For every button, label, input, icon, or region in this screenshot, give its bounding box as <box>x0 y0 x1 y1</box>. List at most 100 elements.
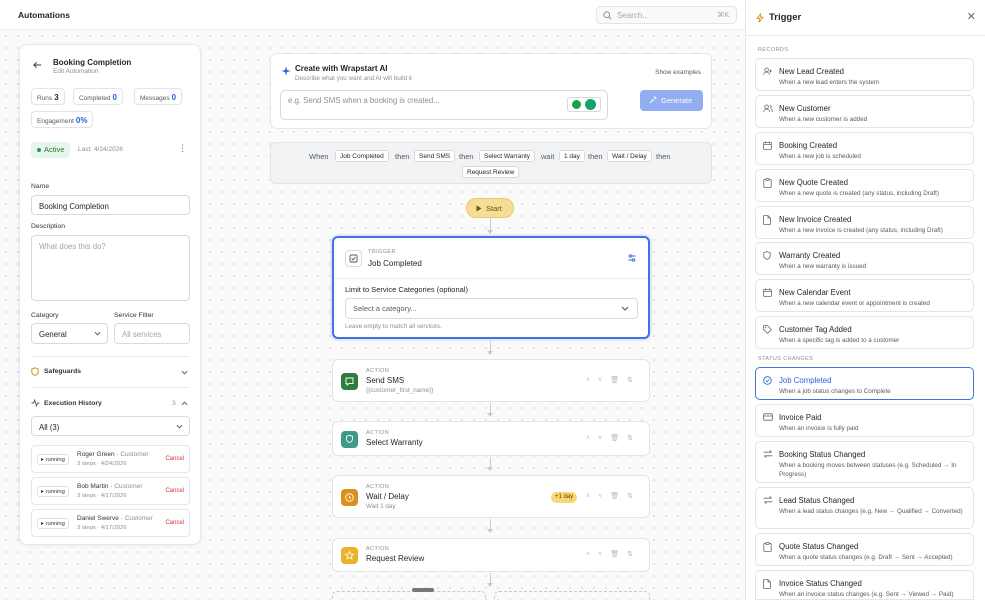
file-icon <box>763 215 771 225</box>
delay-badge: +1 day <box>551 492 578 503</box>
action-node-wait-delay[interactable]: ACTION Wait / Delay Wait 1 day +1 day ˄˅… <box>332 475 650 518</box>
chevron-down-icon[interactable] <box>181 370 188 375</box>
name-label: Name <box>31 183 50 190</box>
automation-settings-panel: Booking Completion Edit Automation Runs 3… <box>19 44 201 545</box>
divider <box>31 356 190 357</box>
status-group-label: STATUS CHANGES <box>758 356 814 362</box>
back-arrow-icon[interactable] <box>33 61 42 69</box>
execution-history-toggle[interactable]: Execution History <box>44 400 102 407</box>
star-icon <box>341 547 358 564</box>
add-branch-placeholder[interactable] <box>494 591 650 600</box>
summary-chip[interactable]: Request Review <box>462 166 520 178</box>
trigger-node[interactable]: TRIGGER Job Completed Limit to Service C… <box>332 236 650 339</box>
run-status-badge: ▸ running <box>37 454 69 465</box>
trigger-option-new-customer[interactable]: New Customer When a new customer is adde… <box>755 95 974 128</box>
search-icon <box>603 11 612 20</box>
trigger-option-calendar-event[interactable]: New Calendar Event When a new calendar e… <box>755 279 974 312</box>
generate-button[interactable]: Generate <box>640 90 703 111</box>
clipboard-icon <box>763 542 772 552</box>
activity-icon <box>31 399 40 407</box>
history-count: 3 <box>172 400 176 407</box>
action-controls[interactable]: ˄˅🗑⇅ <box>586 550 641 558</box>
swap-icon <box>763 496 773 504</box>
swap-icon <box>763 450 773 458</box>
action-controls[interactable]: ˄˅🗑⇅ <box>586 434 641 442</box>
action-controls[interactable]: ˄˅🗑⇅ <box>586 492 641 500</box>
trigger-option-new-lead[interactable]: New Lead Created When a new lead enters … <box>755 58 974 91</box>
trigger-option-lead-status[interactable]: Lead Status Changed When a lead status c… <box>755 487 974 529</box>
action-node-send-sms[interactable]: ACTION Send SMS {{customer_first_name}} … <box>332 359 650 402</box>
trigger-option-booking-status[interactable]: Booking Status Changed When a booking mo… <box>755 441 974 483</box>
start-node[interactable]: Start <box>466 198 514 218</box>
history-item[interactable]: ▸ running Roger Green · Customer 3 steps… <box>31 445 190 473</box>
action-controls[interactable]: ˄˅🗑⇅ <box>586 376 641 384</box>
connector-arrow-icon <box>487 467 493 471</box>
show-examples-button[interactable]: Show examples <box>655 69 701 76</box>
category-filter-select[interactable]: Select a category... <box>345 298 638 319</box>
chevron-up-icon[interactable] <box>181 401 188 406</box>
cancel-run-button[interactable]: Cancel <box>165 488 184 494</box>
connector-arrow-icon <box>487 583 493 587</box>
trigger-option-job-completed[interactable]: Job Completed When a job status changes … <box>755 367 974 400</box>
summary-chip[interactable]: Select Warranty <box>479 150 535 162</box>
stat-runs: Runs 3 <box>31 88 65 105</box>
safeguards-toggle[interactable]: Safeguards <box>44 368 81 375</box>
action-node-request-review[interactable]: ACTION Request Review ˄˅🗑⇅ <box>332 538 650 572</box>
description-input[interactable]: What does this do? <box>31 235 190 301</box>
stat-messages: Messages 0 <box>134 88 183 105</box>
history-filter-select[interactable]: All (3) <box>31 416 190 436</box>
trigger-option-warranty-created[interactable]: Warranty Created When a new warranty is … <box>755 242 974 275</box>
ai-subtitle: Describe what you want and AI will build… <box>295 75 412 82</box>
divider <box>31 387 190 388</box>
panel-title: Trigger <box>769 12 802 23</box>
shield-icon <box>31 367 39 376</box>
connector-line <box>490 457 491 467</box>
cancel-run-button[interactable]: Cancel <box>165 520 184 526</box>
stat-completed: Completed 0 <box>73 88 123 105</box>
run-status-badge: ▸ running <box>37 486 69 497</box>
calendar-icon <box>763 288 772 297</box>
search-input[interactable]: Search... <box>617 11 649 20</box>
trigger-option-quote-status[interactable]: Quote Status Changed When a quote status… <box>755 533 974 566</box>
canvas-scrollbar[interactable] <box>412 588 434 592</box>
status-dot-icon <box>37 148 41 153</box>
clipboard-icon <box>763 178 772 188</box>
settings-sliders-icon[interactable] <box>628 254 636 262</box>
name-input[interactable]: Booking Completion <box>31 195 190 215</box>
trigger-option-invoice-status[interactable]: Invoice Status Changed When an invoice s… <box>755 570 974 600</box>
more-options-icon[interactable]: ⋮ <box>178 143 187 154</box>
trigger-option-invoice-paid[interactable]: Invoice Paid When an invoice is fully pa… <box>755 404 974 437</box>
search-box[interactable]: Search... ⌘K <box>596 6 737 24</box>
summary-chip[interactable]: Job Completed <box>335 150 389 162</box>
service-filter-input[interactable]: All services <box>114 323 190 344</box>
trigger-option-new-invoice[interactable]: New Invoice Created When a new invoice i… <box>755 206 974 239</box>
trigger-name: Job Completed <box>368 259 422 268</box>
shield-icon <box>763 251 771 260</box>
trigger-picker-panel: Trigger ✕ RECORDS New Lead Created When … <box>745 0 985 600</box>
trigger-option-new-quote[interactable]: New Quote Created When a new quote is cr… <box>755 169 974 202</box>
sparkle-icon <box>281 66 291 76</box>
history-item[interactable]: ▸ running Daniel Swerve · Customer 3 ste… <box>31 509 190 537</box>
cancel-run-button[interactable]: Cancel <box>165 456 184 462</box>
category-select[interactable]: General <box>31 323 108 344</box>
add-step-placeholder[interactable] <box>332 591 486 600</box>
connector-arrow-icon <box>487 230 493 234</box>
ai-prompt-input[interactable]: e.g. Send SMS when a booking is created.… <box>280 90 608 120</box>
category-label: Category <box>31 312 59 319</box>
status-badge[interactable]: Active <box>31 142 71 158</box>
trigger-option-booking-created[interactable]: Booking Created When a new job is schedu… <box>755 132 974 165</box>
action-node-select-warranty[interactable]: ACTION Select Warranty ˄˅🗑⇅ <box>332 421 650 456</box>
connector-arrow-icon <box>487 529 493 533</box>
summary-chip[interactable]: Wait / Delay <box>607 150 652 162</box>
history-item[interactable]: ▸ running Bob Martin · Customer 3 steps … <box>31 477 190 505</box>
trigger-option-customer-tag[interactable]: Customer Tag Added When a specific tag i… <box>755 316 974 349</box>
automation-title: Booking Completion <box>53 58 132 67</box>
connector-line <box>490 403 491 413</box>
shield-icon <box>341 431 358 448</box>
file-icon <box>763 579 771 589</box>
close-icon[interactable]: ✕ <box>967 10 976 23</box>
summary-chip[interactable]: Send SMS <box>414 150 456 162</box>
summary-chip[interactable]: 1 day <box>559 150 585 162</box>
workflow-summary: When Job Completed then Send SMS then Se… <box>270 142 712 184</box>
top-bar: Automations Search... ⌘K <box>0 0 745 30</box>
